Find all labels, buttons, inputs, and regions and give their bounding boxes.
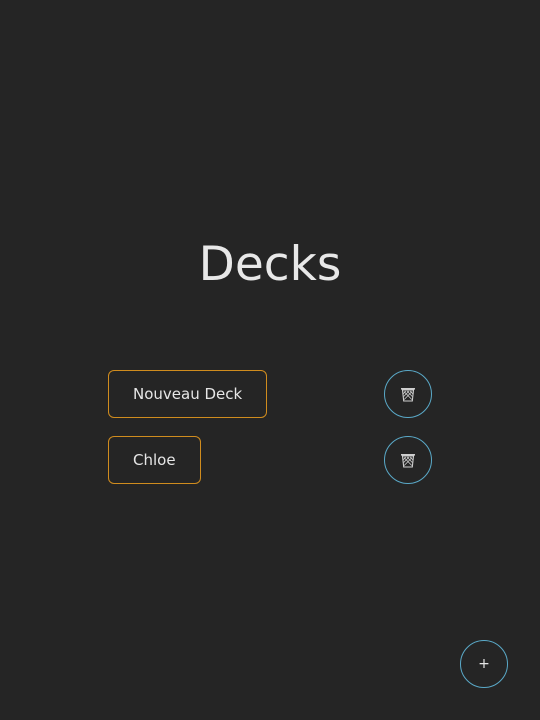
add-deck-button[interactable]: + — [460, 640, 508, 688]
deck-row: Chloe — [108, 436, 432, 486]
page-title: Decks — [198, 237, 342, 292]
delete-deck-button[interactable] — [384, 370, 432, 418]
trash-icon — [401, 454, 415, 468]
app-window: Decks Nouveau Deck Chloe + — [0, 0, 540, 720]
deck-button[interactable]: Nouveau Deck — [108, 370, 268, 418]
delete-deck-button[interactable] — [384, 436, 432, 484]
deck-row: Nouveau Deck — [108, 370, 432, 420]
deck-button[interactable]: Chloe — [108, 436, 201, 484]
trash-icon — [401, 388, 415, 402]
